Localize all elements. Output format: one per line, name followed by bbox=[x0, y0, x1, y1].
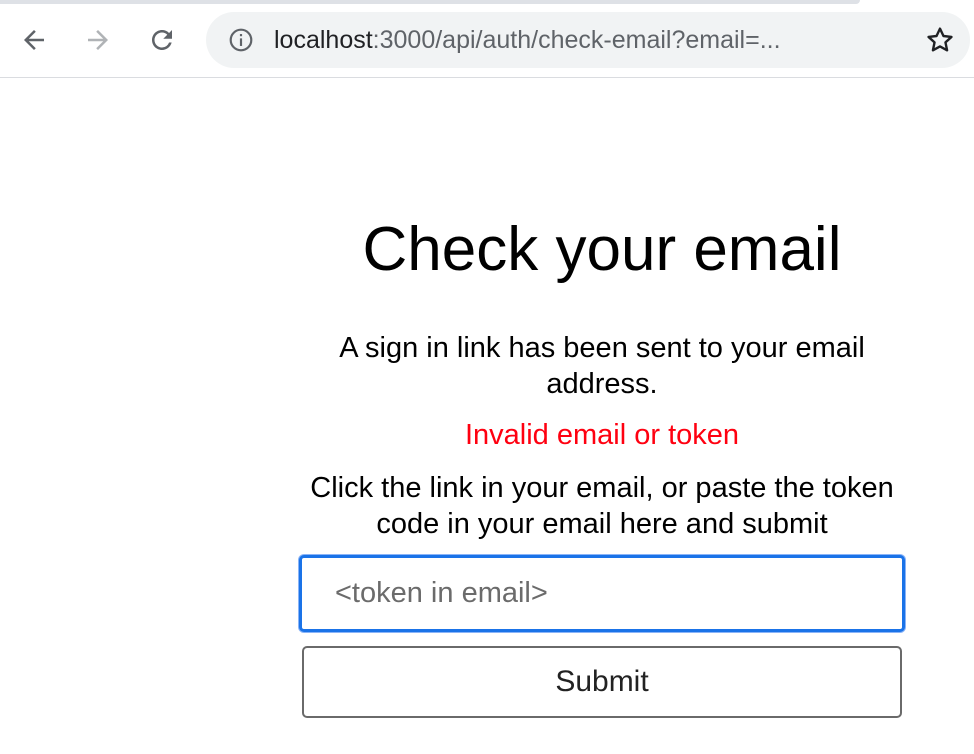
url-text[interactable]: localhost:3000/api/auth/check-email?emai… bbox=[274, 25, 781, 55]
page-title: Check your email bbox=[362, 215, 842, 284]
info-icon[interactable] bbox=[228, 27, 254, 53]
address-bar[interactable]: localhost:3000/api/auth/check-email?emai… bbox=[206, 12, 970, 68]
url-host: localhost bbox=[274, 26, 373, 54]
back-button[interactable] bbox=[14, 20, 54, 60]
url-path: :3000/api/auth/check-email?email=... bbox=[372, 26, 781, 54]
token-input[interactable] bbox=[299, 555, 905, 632]
submit-button[interactable]: Submit bbox=[302, 646, 902, 718]
instructions-text: Click the link in your email, or paste t… bbox=[310, 472, 894, 540]
star-icon[interactable] bbox=[924, 24, 956, 56]
reload-button[interactable] bbox=[142, 20, 182, 60]
reload-icon bbox=[152, 30, 172, 50]
back-arrow-icon bbox=[24, 30, 44, 50]
error-message: Invalid email or token bbox=[464, 419, 740, 451]
forward-button[interactable] bbox=[78, 20, 118, 60]
tab-strip bbox=[0, 0, 860, 4]
description-text: A sign in link has been sent to your ema… bbox=[339, 332, 865, 400]
browser-toolbar: localhost:3000/api/auth/check-email?emai… bbox=[0, 0, 974, 78]
forward-arrow-icon bbox=[88, 30, 108, 50]
